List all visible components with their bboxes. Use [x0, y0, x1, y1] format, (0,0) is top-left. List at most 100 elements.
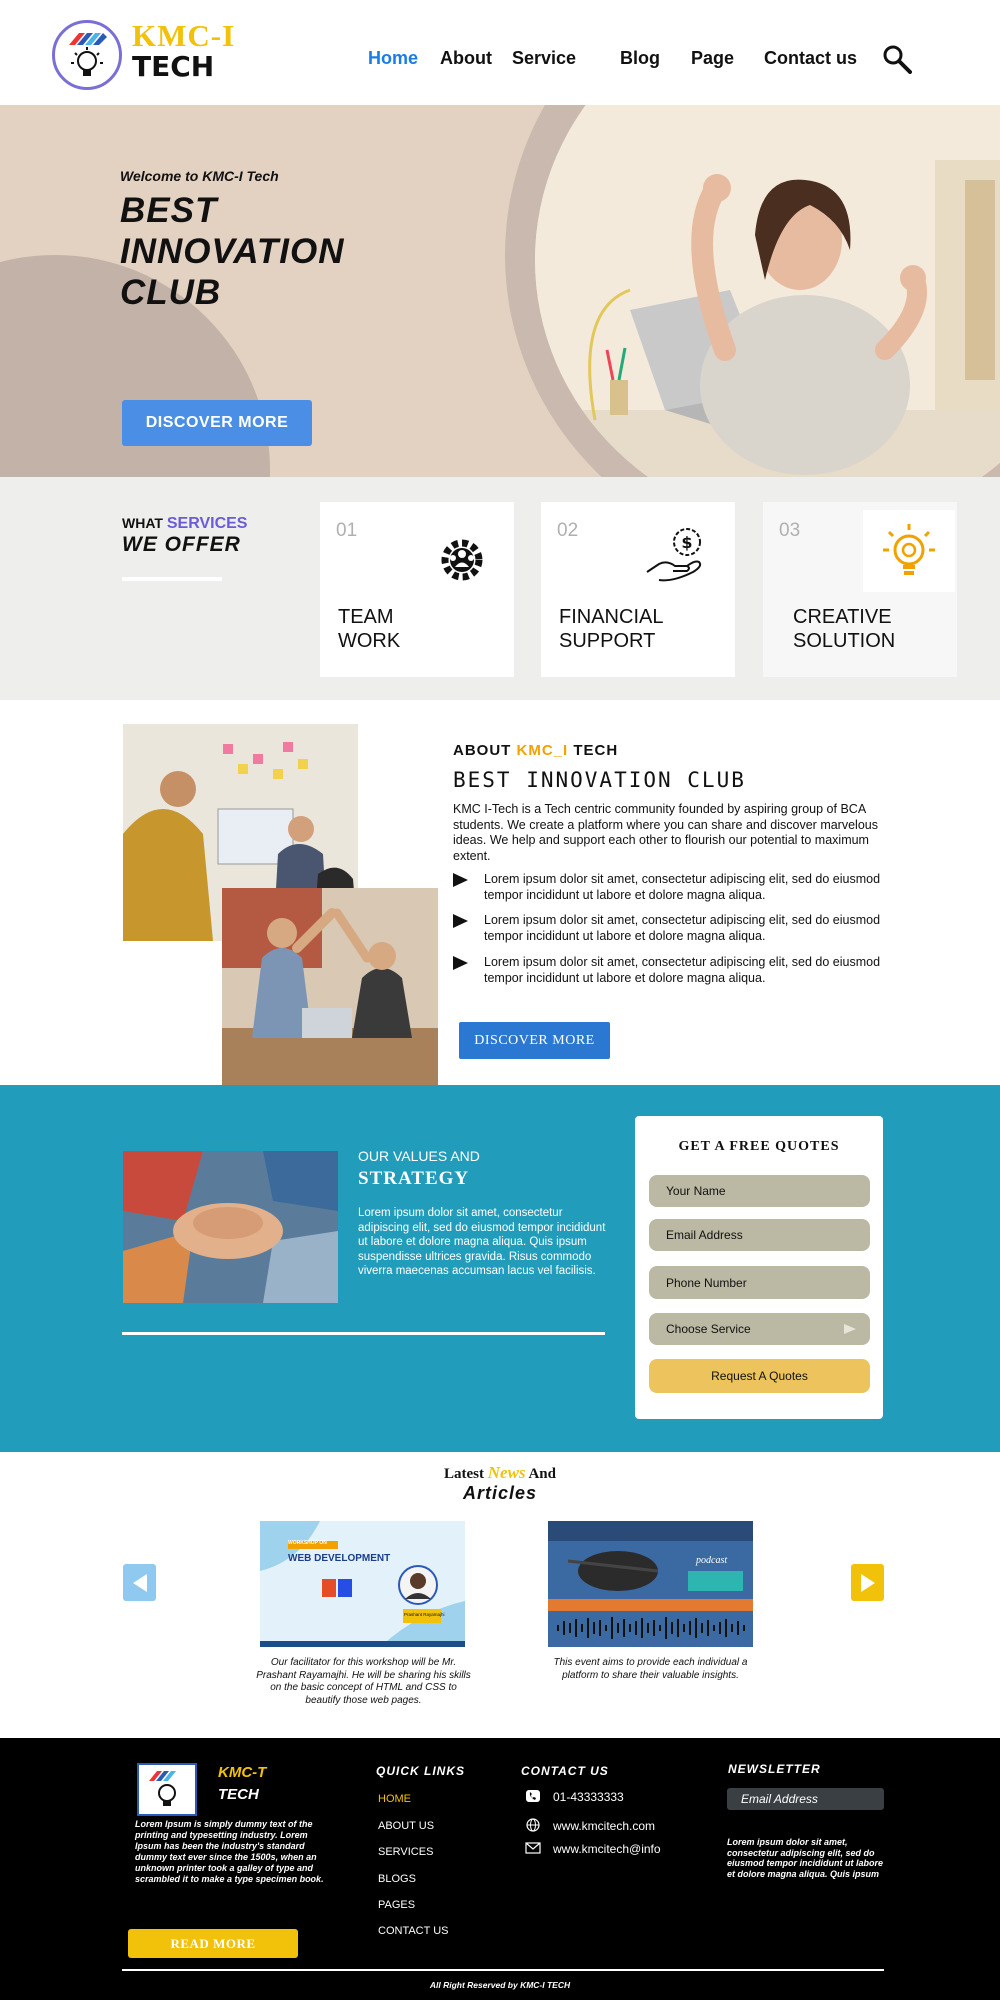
nav-service[interactable]: Service [512, 48, 576, 69]
services-underline [122, 577, 222, 581]
services-heading-highlight: SERVICES [166, 515, 248, 532]
news-heading-line2: Articles [462, 1483, 538, 1503]
footer-link-home[interactable]: HOME [378, 1793, 411, 1805]
news-card-badge: podcast [696, 1555, 728, 1566]
nav-contact[interactable]: Contact us [764, 48, 857, 69]
nav-blog[interactable]: Blog [620, 48, 660, 69]
newsletter-email-input[interactable]: Email Address [727, 1788, 884, 1810]
about-bullet-text: Lorem ipsum dolor sit amet, consectetur … [484, 955, 881, 985]
footer-link-pages[interactable]: PAGES [378, 1899, 415, 1911]
service-select[interactable]: Choose Service [649, 1313, 870, 1345]
footer-link-contact[interactable]: CONTACT US [378, 1925, 449, 1937]
hero-welcome-text: Welcome to KMC-I Tech [120, 168, 279, 184]
mail-icon [525, 1841, 541, 1855]
about-bullet-text: Lorem ipsum dolor sit amet, consectetur … [484, 872, 881, 902]
newsletter-text: Lorem ipsum dolor sit amet, consectetur … [727, 1837, 884, 1879]
brand-name-line1[interactable]: KMC-I [132, 18, 235, 54]
carousel-next-button[interactable] [851, 1564, 884, 1601]
service-card-financial-support[interactable]: 02 $ FINANCIAL SUPPORT [541, 502, 735, 677]
footer-logo-icon[interactable] [137, 1763, 197, 1816]
phone-field[interactable]: Phone Number [649, 1266, 870, 1299]
contact-title: CONTACT US [521, 1764, 609, 1778]
news-card-person: Prashant Rayamajhi [404, 1612, 445, 1617]
about-heading-prefix: ABOUT [453, 742, 512, 759]
dropdown-arrow-icon [844, 1324, 856, 1334]
values-hands-image [123, 1151, 338, 1303]
about-heading: ABOUT KMC_I TECH [453, 742, 618, 759]
about-heading-highlight: KMC_I [516, 742, 569, 759]
about-subtitle: BEST INNOVATION CLUB [453, 768, 746, 792]
quick-links-title: QUICK LINKS [376, 1764, 465, 1778]
news-heading-suffix: And [528, 1466, 556, 1482]
service-card-creative-solution[interactable]: 03 CREATIVE SOLUTION [763, 502, 957, 677]
footer-link-about[interactable]: ABOUT US [378, 1820, 434, 1832]
carousel-prev-button[interactable] [123, 1564, 156, 1601]
service-card-team-work[interactable]: 01 TEAM WORK [320, 502, 514, 677]
nav-home[interactable]: Home [368, 48, 418, 69]
footer-link-services[interactable]: SERVICES [378, 1846, 433, 1858]
logo-icon[interactable] [52, 20, 122, 90]
service-select-value: Choose Service [666, 1322, 751, 1336]
values-heading: OUR VALUES AND [358, 1148, 480, 1164]
news-heading-prefix: Latest [444, 1466, 484, 1482]
about-paragraph: KMC I-Tech is a Tech centric community f… [453, 802, 878, 863]
service-card-label: CREATIVE SOLUTION [793, 606, 896, 652]
news-card-caption: This event aims to provide each individu… [553, 1657, 748, 1681]
nav-about[interactable]: About [440, 48, 492, 69]
news-card-image-webdev[interactable]: WORKSHOP ON WEB DEVELOPMENT Prashant Ray… [260, 1521, 465, 1647]
news-card-caption: Our facilitator for this workshop will b… [256, 1657, 471, 1706]
copyright-text: All Right Reserved by KMC-I TECH [429, 1980, 571, 1990]
services-heading-line2: WE OFFER [122, 533, 241, 556]
footer-brand-line2: TECH [218, 1786, 259, 1803]
arrow-right-icon [453, 914, 468, 928]
footer-read-more-button[interactable]: READ MORE [128, 1929, 298, 1958]
name-field[interactable]: Your Name [649, 1175, 870, 1207]
service-card-label: TEAM WORK [338, 606, 401, 652]
arrow-right-icon [453, 873, 468, 887]
about-heading-suffix: TECH [573, 742, 619, 759]
phone-icon [525, 1789, 541, 1803]
search-icon[interactable] [882, 44, 912, 74]
about-highfive-image [222, 888, 438, 1085]
about-discover-button[interactable]: DISCOVER MORE [459, 1022, 610, 1059]
news-heading-highlight: News [487, 1463, 526, 1482]
values-paragraph: Lorem ipsum dolor sit amet, consectetur … [358, 1207, 606, 1277]
hero-image [535, 105, 1000, 477]
about-bullet-text: Lorem ipsum dolor sit amet, consectetur … [484, 913, 881, 943]
service-card-number: 01 [336, 520, 358, 541]
footer-website[interactable]: www.kmcitech.com [553, 1819, 655, 1833]
news-card-badge: WORKSHOP ON [288, 1540, 327, 1546]
footer-phone: 01-43333333 [553, 1790, 624, 1804]
footer-about-text: Lorem Ipsum is simply dummy text of the … [135, 1819, 324, 1884]
news-card-image-podcast[interactable]: podcast [548, 1521, 753, 1647]
footer-email[interactable]: www.kmcitech@info [553, 1842, 661, 1856]
hero-discover-button[interactable]: DISCOVER MORE [122, 400, 312, 446]
email-field[interactable]: Email Address [649, 1219, 870, 1251]
news-heading-line1: Latest News And [0, 1463, 1000, 1483]
service-card-number: 03 [779, 520, 801, 541]
chevron-left-icon [132, 1573, 147, 1592]
news-card-title: WEB DEVELOPMENT [288, 1553, 391, 1564]
services-heading-line1: WHAT SERVICES [122, 515, 247, 533]
footer-divider [122, 1969, 884, 1971]
globe-icon [525, 1818, 541, 1832]
hero-section: Welcome to KMC-I Tech BEST INNOVATION CL… [0, 105, 1000, 477]
values-subheading: STRATEGY [358, 1168, 470, 1189]
nav-page[interactable]: Page [691, 48, 734, 69]
chevron-right-icon [860, 1573, 875, 1592]
footer-link-blogs[interactable]: BLOGS [378, 1873, 416, 1885]
service-card-label: FINANCIAL SUPPORT [559, 606, 663, 652]
lightbulb-icon [863, 510, 955, 592]
hero-title: BEST INNOVATION CLUB [120, 191, 345, 312]
brand-name-line2[interactable]: TECH [132, 50, 214, 83]
arrow-right-icon [453, 956, 468, 970]
services-heading-prefix: WHAT [122, 515, 163, 531]
money-hand-icon: $ [643, 524, 711, 586]
footer-brand-line1: KMC-T [218, 1764, 267, 1781]
service-card-number: 02 [557, 520, 579, 541]
quote-form-title: GET A FREE QUOTES [678, 1139, 840, 1154]
request-quote-button[interactable]: Request A Quotes [649, 1359, 870, 1393]
newsletter-title: NEWSLETTER [728, 1762, 821, 1776]
values-divider [122, 1332, 605, 1335]
gears-team-icon [434, 530, 490, 586]
